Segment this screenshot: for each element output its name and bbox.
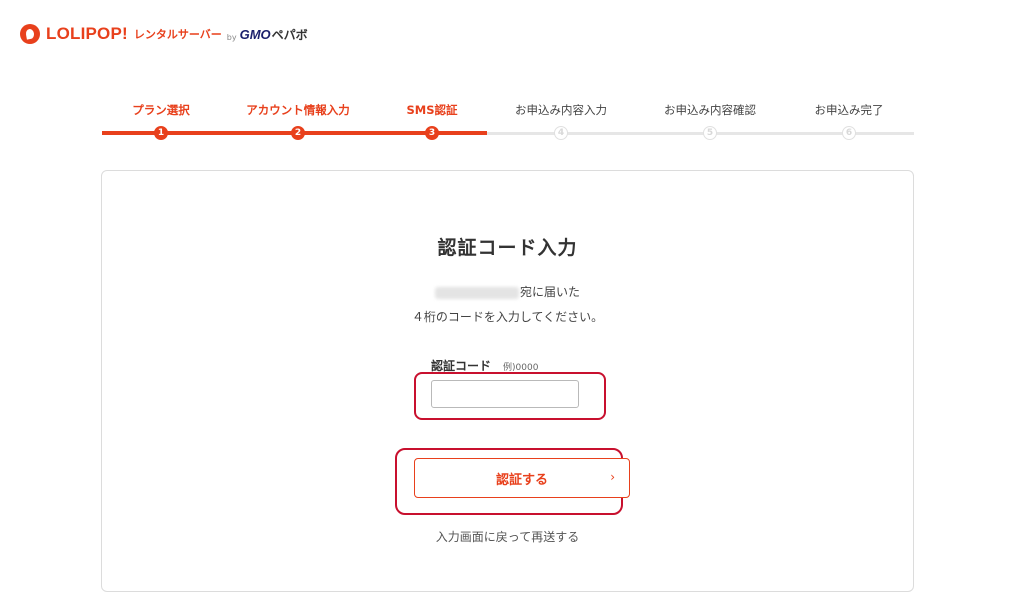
- code-label-text: 認証コード: [431, 359, 492, 373]
- brand-name: LOLIPOP!: [46, 24, 128, 43]
- step-label: アカウント情報入力: [246, 103, 350, 117]
- step-plan-select: プラン選択 1: [91, 102, 231, 140]
- step-number: 1: [154, 126, 168, 140]
- verify-button[interactable]: 認証する ›: [414, 458, 630, 498]
- step-label: SMS認証: [406, 103, 458, 117]
- pepabo-logo: ペパボ: [271, 27, 308, 42]
- step-label: お申込み完了: [814, 103, 884, 117]
- step-label: お申込み内容入力: [515, 103, 607, 117]
- verify-button-label: 認証する: [495, 472, 548, 488]
- description-line-1: 宛に届いた: [102, 283, 913, 300]
- verification-card: 認証コード入力 宛に届いた ４桁のコードを入力してください。 認証コード 例)00…: [101, 170, 914, 592]
- step-number: 4: [554, 126, 568, 140]
- progress-steps: プラン選択 1 アカウント情報入力 2 SMS認証 3 お申込み内容入力 4 お…: [102, 102, 914, 142]
- verification-code-input[interactable]: [431, 380, 579, 408]
- brand-by: by: [226, 33, 237, 42]
- description-line-2: ４桁のコードを入力してください。: [411, 310, 604, 324]
- step-label: プラン選択: [132, 103, 190, 117]
- logo[interactable]: LOLIPOP! レンタルサーバー by GMO ペパボ: [20, 22, 308, 46]
- step-number: 2: [291, 126, 305, 140]
- gmo-logo: GMO: [239, 26, 271, 42]
- description-suffix: 宛に届いた: [519, 285, 580, 299]
- step-number: 5: [703, 126, 717, 140]
- page-title: 認証コード入力: [437, 237, 578, 259]
- masked-phone-number: [434, 286, 519, 299]
- step-account-info: アカウント情報入力 2: [228, 102, 368, 140]
- step-application-complete: お申込み完了 6: [779, 102, 919, 140]
- lollipop-logo-icon: [20, 24, 40, 44]
- step-application-input: お申込み内容入力 4: [491, 102, 631, 140]
- step-number: 6: [842, 126, 856, 140]
- chevron-right-icon: ›: [610, 470, 615, 484]
- step-sms-auth: SMS認証 3: [362, 102, 502, 140]
- step-number: 3: [425, 126, 439, 140]
- resend-link[interactable]: 入力画面に戻って再送する: [102, 528, 913, 545]
- step-label: お申込み内容確認: [664, 103, 756, 117]
- brand-subtitle: レンタルサーバー: [133, 28, 222, 41]
- step-application-confirm: お申込み内容確認 5: [640, 102, 780, 140]
